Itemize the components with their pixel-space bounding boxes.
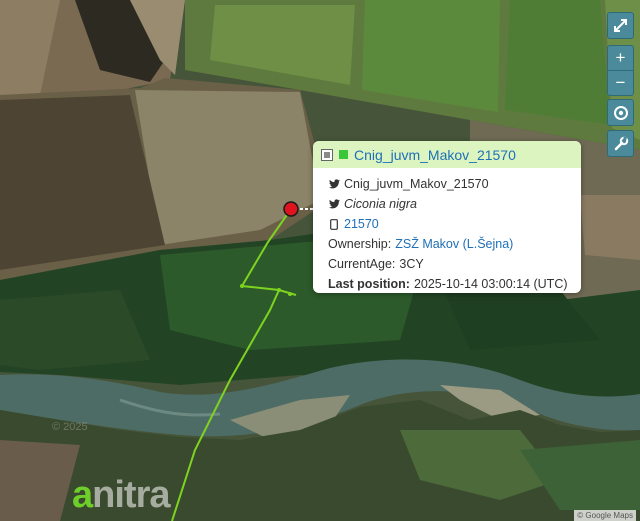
twitter-icon — [328, 179, 340, 189]
target-icon — [613, 105, 628, 120]
locate-button[interactable] — [607, 99, 634, 126]
age-row: CurrentAge: 3CY — [328, 254, 581, 274]
popup-header: Cnig_juvm_Makov_21570 — [313, 141, 581, 168]
ownership-row: Ownership: ZSŽ Makov (L.Šejna) — [328, 234, 581, 254]
animal-title-link[interactable]: Cnig_juvm_Makov_21570 — [354, 147, 516, 163]
device-id-link[interactable]: 21570 — [344, 214, 379, 234]
species-row: Ciconia nigra — [328, 194, 581, 214]
zoom-out-button[interactable]: − — [607, 70, 634, 96]
track-point[interactable] — [240, 284, 244, 288]
device-icon — [328, 218, 340, 230]
visibility-checkbox[interactable] — [321, 148, 333, 161]
device-row: 21570 — [328, 214, 581, 234]
age-label: CurrentAge: — [328, 257, 396, 271]
age-value: 3CY — [399, 257, 424, 271]
minus-icon: − — [615, 73, 626, 92]
map-attribution[interactable]: © Google Maps — [574, 510, 636, 521]
twitter-name: Cnig_juvm_Makov_21570 — [344, 177, 489, 191]
species-name: Ciconia nigra — [344, 197, 417, 211]
last-position-value: 2025-10-14 03:00:14 (UTC) — [413, 277, 568, 291]
last-position-row: Last position: 2025-10-14 03:00:14 (UTC) — [328, 274, 581, 293]
zoom-in-button[interactable]: + — [607, 45, 634, 71]
tools-button[interactable] — [607, 130, 634, 157]
track-point[interactable] — [288, 292, 292, 296]
last-position-marker[interactable] — [283, 201, 299, 217]
plus-icon: + — [615, 48, 626, 67]
anitra-logo: anitra — [72, 474, 171, 516]
twitter-name-row: Cnig_juvm_Makov_21570 — [328, 174, 581, 194]
wrench-icon — [614, 136, 628, 150]
track-color-swatch — [339, 150, 348, 159]
ownership-link[interactable]: ZSŽ Makov (L.Šejna) — [395, 234, 513, 254]
animal-info-popup: Cnig_juvm_Makov_21570 Cnig_juvm_Makov_21… — [313, 141, 581, 293]
ownership-label: Ownership: — [328, 237, 392, 251]
fullscreen-icon — [614, 19, 627, 32]
twitter-icon — [328, 199, 340, 209]
map-watermark: © 2025 — [52, 421, 88, 433]
track-point[interactable] — [277, 288, 281, 292]
last-position-label: Last position: — [328, 277, 410, 291]
fullscreen-button[interactable] — [607, 12, 634, 39]
